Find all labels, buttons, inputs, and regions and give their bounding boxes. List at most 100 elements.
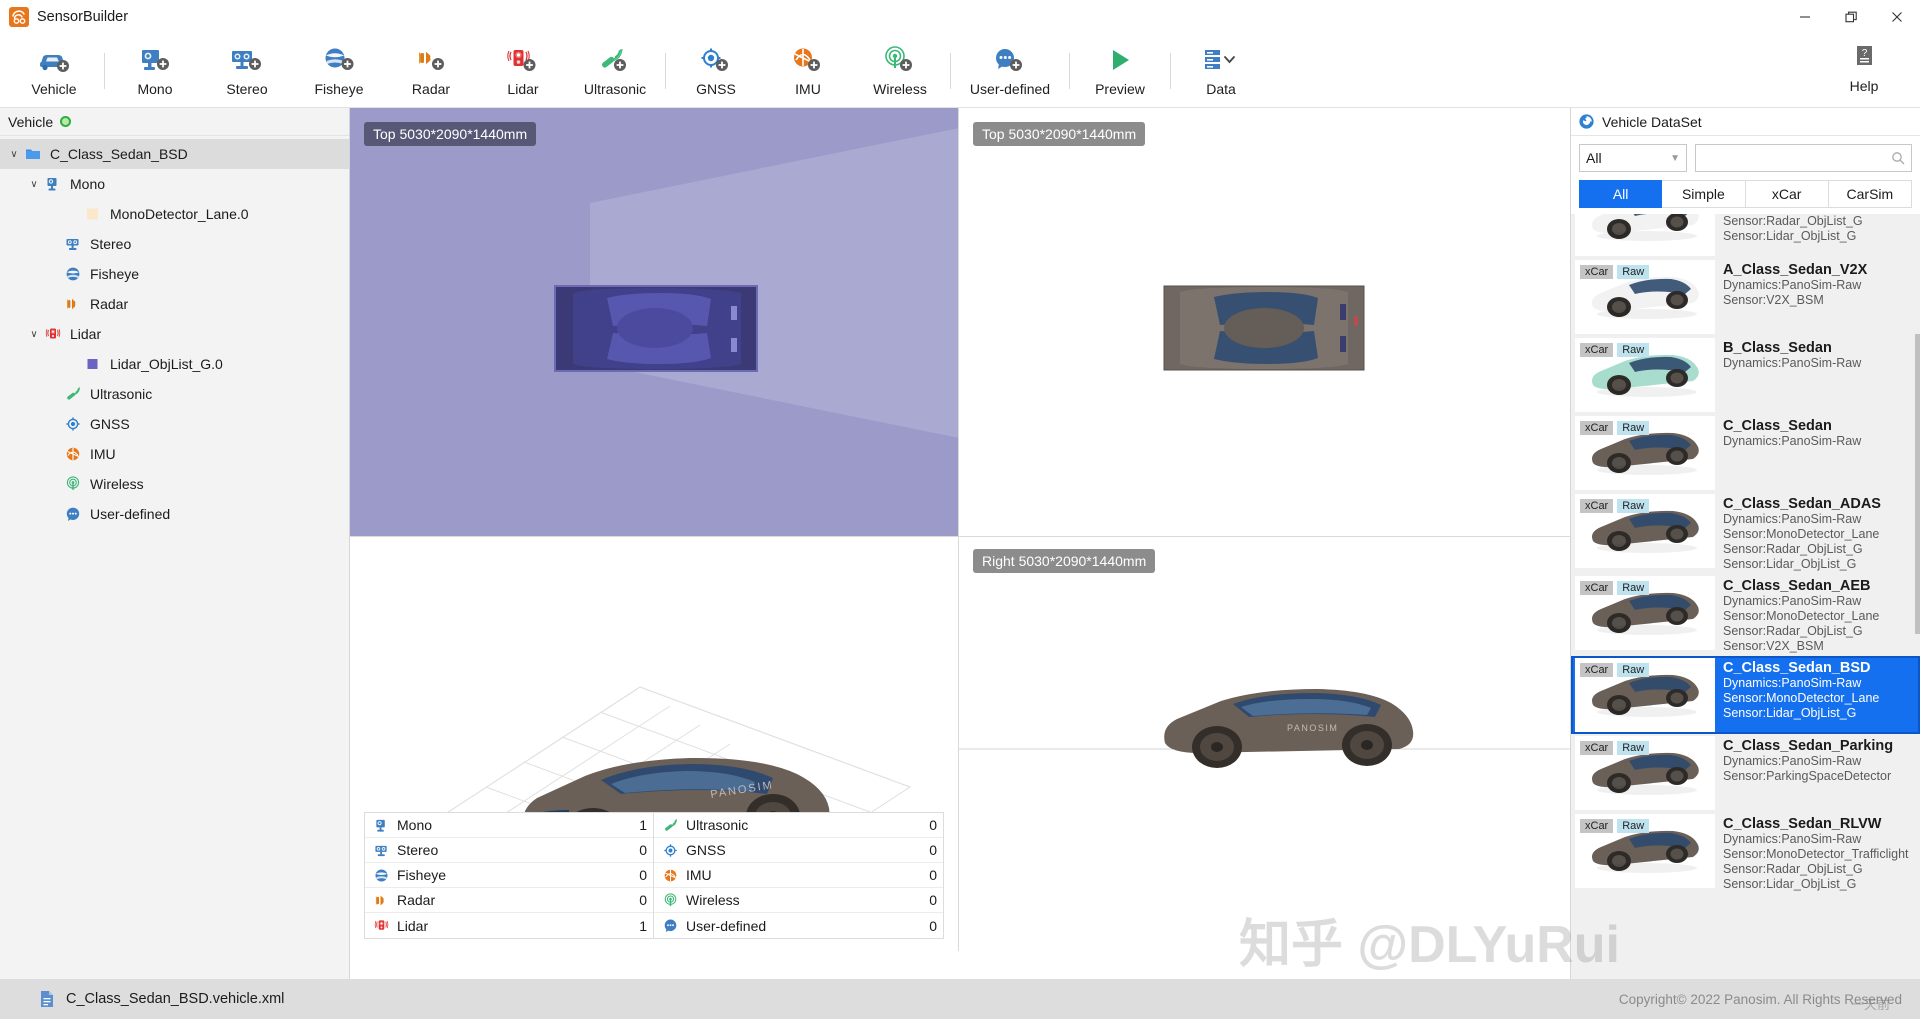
dataset-search-box[interactable] [1695, 144, 1912, 172]
tree-item-gnss[interactable]: GNSS [0, 409, 349, 439]
toolbar-label-data: Data [1206, 80, 1236, 97]
maximize-restore-button[interactable] [1828, 0, 1874, 34]
sensorbuilder-window: SensorBuilder Vehicle Mono Stereo Fishey… [0, 0, 1920, 1019]
toolbar-button-wireless[interactable]: Wireless [854, 37, 946, 105]
main-body: Vehicle ∨ C_Class_Sedan_BSD ∨ Mono MonoDetec… [0, 108, 1920, 979]
search-icon [1891, 151, 1905, 165]
dataset-tab-xcar[interactable]: xCar [1745, 180, 1829, 208]
toolbar-button-stereo[interactable]: Stereo [201, 37, 293, 105]
tree-item-radar[interactable]: Radar [0, 289, 349, 319]
dataset-item-meta: Dynamics:PanoSim-Raw [1723, 512, 1862, 526]
dataset-item-title: C_Class_Sedan_RLVW [1723, 816, 1882, 832]
refresh-circle-icon[interactable] [1579, 114, 1594, 129]
toolbar-button-data[interactable]: Data [1175, 37, 1267, 105]
ultrasonic-icon [62, 386, 84, 402]
viewport-top-left[interactable]: Top 5030*2090*1440mm [350, 108, 959, 536]
dataset-item-text: C_Class_Sedan_ADAS Dynamics:PanoSim-Raw Se… [1723, 494, 1881, 572]
dataset-item-text: C_Class_Sedan_RLVW Dynamics:PanoSim-Raw Se… [1723, 814, 1909, 892]
dataset-scrollbar[interactable] [1915, 214, 1920, 979]
toolbar-button-help[interactable]: ? Help [1824, 40, 1904, 94]
dataset-filter-row: All ▼ [1571, 136, 1920, 176]
toolbar-button-mono[interactable]: Mono [109, 37, 201, 105]
toolbar-button-vehicle[interactable]: Vehicle [8, 37, 100, 105]
toolbar-label-stereo: Stereo [226, 80, 268, 97]
toolbar-button-fisheye[interactable]: Fisheye [293, 37, 385, 105]
toolbar-button-preview[interactable]: Preview [1074, 37, 1166, 105]
chevron-down-icon[interactable]: ∨ [26, 329, 42, 340]
dataset-list-item[interactable]: xCar Raw C_Class_Sedan Dynamics:PanoSim-Raw [1571, 414, 1920, 492]
tree-item-lidar-objlist-g-0[interactable]: Lidar_ObjList_G.0 [0, 349, 349, 379]
dataset-item-meta: Dynamics:PanoSim-Raw [1723, 832, 1862, 846]
tree-item-user-defined[interactable]: User-defined [0, 499, 349, 529]
lidar-add-icon [506, 43, 540, 77]
dataset-list-item[interactable]: xCar Raw C_Class_Sedan_Parking Dynamics:Pan… [1571, 734, 1920, 812]
toolbar-label-ultrasonic: Ultrasonic [583, 80, 647, 97]
tree-item-wireless[interactable]: Wireless [0, 469, 349, 499]
sensor-count-value: 0 [639, 842, 647, 858]
radar-add-icon [414, 43, 448, 77]
dataset-item-badges: xCar Raw [1580, 421, 1650, 435]
viewport-right-side[interactable]: PANOSIM Right 5030*2090*1440mm [959, 536, 1570, 951]
user-defined-icon [62, 506, 84, 522]
viewport-row-top: Top 5030*2090*1440mm Top 5030*2090*1440m… [350, 108, 1570, 536]
dataset-list-item[interactable]: xCar Raw C_Class_Sedan_BSD Dynamics:PanoSim… [1571, 656, 1920, 734]
dataset-item-meta: Dynamics:PanoSim-Raw [1723, 434, 1862, 448]
minimize-button[interactable] [1782, 0, 1828, 34]
tree-item-monodetector-lane-0[interactable]: MonoDetector_Lane.0 [0, 199, 349, 229]
toolbar-separator [665, 52, 666, 89]
viewport-perspective[interactable]: PANOSIM Mono 1 Stereo 0 Fisheye 0 Radar 0 Lidar 1… [350, 536, 959, 951]
tree-item-lidar[interactable]: ∨ Lidar [0, 319, 349, 349]
imu-icon [62, 446, 84, 462]
dataset-item-meta: Sensor:MonoDetector_Lane [1723, 527, 1880, 541]
chevron-down-icon[interactable]: ∨ [26, 179, 42, 190]
viewport-top-right[interactable]: Top 5030*2090*1440mm [959, 108, 1570, 536]
dataset-list-item[interactable]: xCar Raw C_Class_Sedan_ADAS Dynamics:PanoSi… [1571, 492, 1920, 574]
toolbar-button-radar[interactable]: Radar [385, 37, 477, 105]
dataset-item-title: A_Class_Sedan_V2X [1723, 262, 1868, 278]
tree-item-mono[interactable]: ∨ Mono [0, 169, 349, 199]
sensor-count-row: IMU 0 [654, 863, 943, 888]
toolbar-label-radar: Radar [411, 80, 451, 97]
dataset-type-select[interactable]: All ▼ [1579, 144, 1687, 172]
dataset-item-meta: Sensor:MonoDetector_Trafficlight [1723, 847, 1909, 861]
tree-item-label: Wireless [90, 476, 144, 492]
close-button[interactable] [1874, 0, 1920, 34]
toolbar-button-user-defined[interactable]: User-defined [955, 37, 1065, 105]
toolbar-button-ultrasonic[interactable]: Ultrasonic [569, 37, 661, 105]
dataset-list-item[interactable]: xCar Raw B_Class_Sedan Dynamics:PanoSim-Raw [1571, 336, 1920, 414]
tree-item-imu[interactable]: IMU [0, 439, 349, 469]
toolbar-button-imu[interactable]: IMU [762, 37, 854, 105]
radar-icon [62, 296, 84, 312]
chevron-down-icon[interactable]: ∨ [6, 149, 22, 160]
dataset-list-item[interactable]: xCar Raw C_Class_Sedan_AEB Dynamics:PanoSim… [1571, 574, 1920, 656]
window-controls [1782, 0, 1920, 34]
vehicle-tree-panel: Vehicle ∨ C_Class_Sedan_BSD ∨ Mono MonoDetec… [0, 108, 350, 979]
dataset-list-item[interactable]: xCar Raw A_Class_Sedan_V2X Dynamics:PanoSim… [1571, 258, 1920, 336]
dataset-list-item[interactable]: xCar Raw C_Class_Sedan_RLVW Dynamics:PanoSi… [1571, 812, 1920, 894]
dataset-tab-carsim[interactable]: CarSim [1828, 180, 1912, 208]
dataset-list[interactable]: xCarRawDynamics:PanoSim-RawSensor:MonoDe… [1571, 214, 1920, 979]
tree-item-label: Lidar_ObjList_G.0 [110, 356, 223, 372]
badge-raw: Raw [1617, 741, 1650, 755]
toolbar-button-gnss[interactable]: GNSS [670, 37, 762, 105]
imu-add-icon [791, 43, 825, 77]
search-input[interactable] [1702, 150, 1891, 166]
dataset-list-item[interactable]: xCarRaw Dynamics:PanoSim-RawSensor:MonoDe… [1571, 214, 1920, 258]
sensor-count-row: GNSS 0 [654, 838, 943, 863]
sensor-count-row: User-defined 0 [654, 913, 943, 938]
dataset-tab-all[interactable]: All [1579, 180, 1663, 208]
dataset-item-thumbnail: xCarRaw [1575, 260, 1715, 334]
tree-item-fisheye[interactable]: Fisheye [0, 259, 349, 289]
tree-item-ultrasonic[interactable]: Ultrasonic [0, 379, 349, 409]
toolbar-button-lidar[interactable]: Lidar [477, 37, 569, 105]
green-status-dot-icon [60, 116, 72, 127]
dataset-item-text: C_Class_Sedan_Parking Dynamics:PanoSim-Ra… [1723, 736, 1893, 784]
viewport-top-left-label: Top 5030*2090*1440mm [364, 122, 537, 146]
dataset-scrollbar-thumb[interactable] [1915, 334, 1920, 634]
tree-item-stereo[interactable]: Stereo [0, 229, 349, 259]
tree-item-c-class-sedan-bsd[interactable]: ∨ C_Class_Sedan_BSD [0, 139, 349, 169]
gnss-icon [62, 416, 84, 432]
radar-icon [371, 893, 391, 908]
dataset-tab-simple[interactable]: Simple [1662, 180, 1746, 208]
toolbar-label-help: Help [1849, 78, 1879, 94]
